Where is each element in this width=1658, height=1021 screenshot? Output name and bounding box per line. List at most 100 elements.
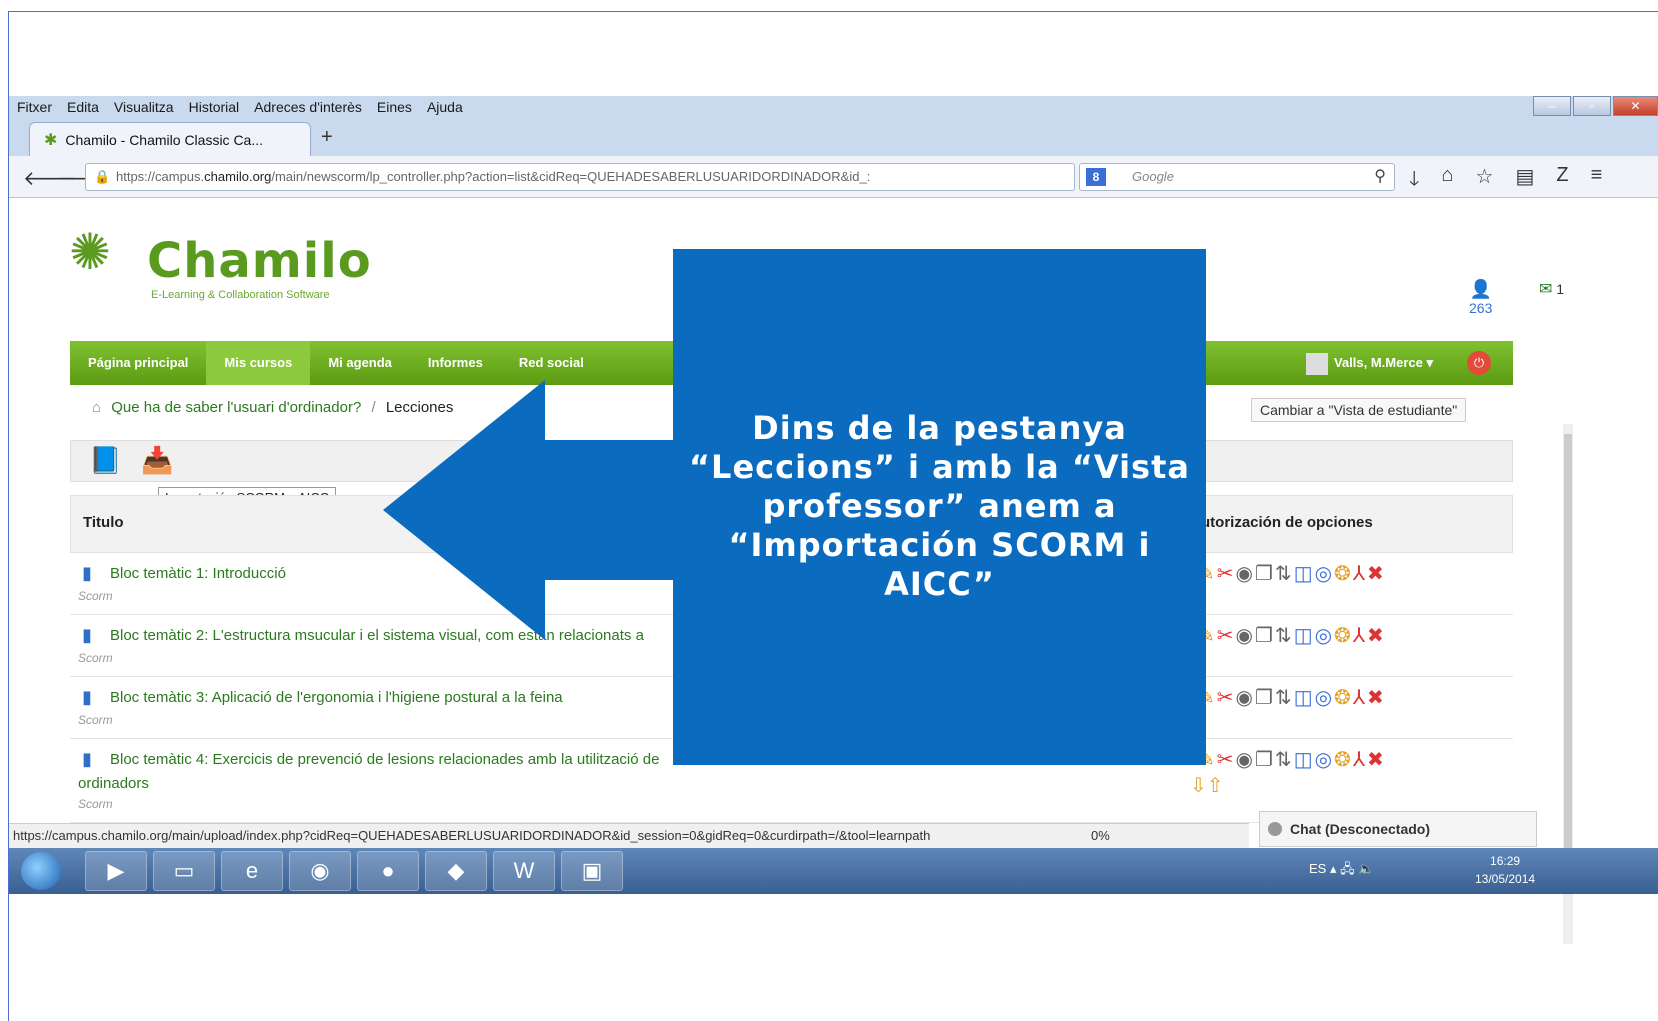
menu-bookmarks[interactable]: Adreces d'interès [254,99,362,115]
column-title[interactable]: Titulo [83,514,124,531]
pdf-icon[interactable]: ⅄ [1353,749,1367,771]
home-icon[interactable]: ⌂ [92,399,101,416]
word-icon[interactable]: W [493,851,555,891]
close-window-button[interactable]: ✕ [1613,96,1658,116]
window-controls: – ▫ ✕ [1531,96,1658,118]
copy-icon[interactable]: ❐ [1255,749,1275,771]
file-explorer-icon[interactable]: ▭ [153,851,215,891]
visibility-icon[interactable]: ◉ [1236,749,1255,771]
lesson-title-link[interactable]: Bloc temàtic 3: Aplicació de l'ergonomia… [110,689,563,706]
tray-expand-icon[interactable]: ▴ [1330,861,1337,876]
reorder-icon[interactable]: ⇅ [1275,563,1294,585]
chrome-icon[interactable]: ◉ [289,851,351,891]
menu-tools[interactable]: Eines [377,99,412,115]
reorder-icon[interactable]: ⇅ [1275,687,1294,709]
hamburger-menu-icon[interactable]: ≡ [1591,164,1603,198]
target-icon[interactable]: ◎ [1315,749,1334,771]
export-icon[interactable]: ❂ [1334,625,1353,647]
bookmark-star-icon[interactable]: ☆ [1476,164,1494,198]
google-engine-icon[interactable]: 8 [1086,168,1106,186]
copy-icon[interactable]: ❐ [1255,563,1275,585]
reorder-icon[interactable]: ⇅ [1275,625,1294,647]
layout-icon[interactable]: ◫ [1294,625,1315,647]
visibility-icon[interactable]: ◉ [1236,625,1255,647]
download-icon[interactable]: 🡓 [1409,164,1419,198]
lesson-title-link[interactable]: Bloc temàtic 4: Exercicis de prevenció d… [110,751,659,768]
nav-agenda[interactable]: Mi agenda [310,341,410,385]
user-menu[interactable]: Valls, M.Merce ▾ [1305,341,1433,385]
breadcrumb-course[interactable]: Que ha de saber l'usuari d'ordinador? [111,399,361,416]
zotero-icon[interactable]: Z [1556,164,1568,198]
network-icon[interactable]: 🖧 [1340,861,1355,876]
media-player-icon[interactable]: ▶ [85,851,147,891]
online-users[interactable]: 👤 263 [1469,279,1492,316]
reorder-icon[interactable]: ⇅ [1275,749,1294,771]
start-button[interactable] [21,852,61,890]
bookmarks-list-icon[interactable]: ▤ [1515,164,1534,198]
volume-icon[interactable]: 🔈 [1358,861,1374,876]
import-scorm-icon[interactable]: 📥 [141,445,173,476]
pdf-icon[interactable]: ⅄ [1353,563,1367,585]
delete-icon[interactable]: ✖ [1367,749,1386,771]
logo-name: Chamilo [147,233,372,289]
menu-history[interactable]: Historial [189,99,240,115]
layout-icon[interactable]: ◫ [1294,563,1315,585]
lesson-title-link[interactable]: Bloc temàtic 1: Introducció [110,565,286,582]
settings-icon[interactable]: ✂ [1217,563,1236,585]
copy-icon[interactable]: ❐ [1255,625,1275,647]
layout-icon[interactable]: ◫ [1294,749,1315,771]
avatar [1305,352,1328,375]
target-icon[interactable]: ◎ [1315,625,1334,647]
search-input[interactable]: 8 Google ⚲ [1079,163,1395,191]
delete-icon[interactable]: ✖ [1367,625,1386,647]
taskbar-clock[interactable]: 16:29 13/05/2014 [1475,852,1535,888]
delete-icon[interactable]: ✖ [1367,687,1386,709]
logout-power-icon[interactable]: ⏻ [1467,351,1491,375]
minimize-button[interactable]: – [1533,96,1571,116]
menu-edit[interactable]: Edita [67,99,99,115]
pdf-icon[interactable]: ⅄ [1353,625,1367,647]
nav-reports[interactable]: Informes [410,341,501,385]
menu-view[interactable]: Visualitza [114,99,174,115]
move-arrows-icon[interactable]: ⇩⇧ [1190,773,1224,798]
menu-file[interactable]: Fitxer [17,99,52,115]
target-icon[interactable]: ◎ [1315,563,1334,585]
new-learnpath-icon[interactable]: 📘 [89,445,121,476]
row-actions: ✎✂◉❐⇅◫◎❂⅄✖ [1198,623,1386,648]
firefox-icon[interactable]: ● [357,851,419,891]
settings-icon[interactable]: ✂ [1217,749,1236,771]
search-icon[interactable]: ⚲ [1374,164,1386,190]
switch-student-view-button[interactable]: Cambiar a "Vista de estudiante" [1251,398,1467,422]
export-icon[interactable]: ❂ [1334,563,1353,585]
settings-icon[interactable]: ✂ [1217,687,1236,709]
language-indicator[interactable]: ES [1309,861,1326,876]
new-tab-icon[interactable]: + [321,126,333,149]
presentation-app-icon[interactable]: ▣ [561,851,623,891]
delete-icon[interactable]: ✖ [1367,563,1386,585]
visibility-icon[interactable]: ◉ [1236,563,1255,585]
scrollbar-thumb[interactable] [1564,434,1572,854]
export-icon[interactable]: ❂ [1334,687,1353,709]
menu-help[interactable]: Ajuda [427,99,463,115]
nav-my-courses[interactable]: Mis cursos [206,341,311,385]
export-icon[interactable]: ❂ [1334,749,1353,771]
visibility-icon[interactable]: ◉ [1236,687,1255,709]
nav-home[interactable]: Página principal [70,341,206,385]
chat-widget[interactable]: Chat (Desconectado) [1259,811,1537,847]
messages-indicator[interactable]: ✉ 1 [1539,279,1564,299]
pdf-icon[interactable]: ⅄ [1353,687,1367,709]
layout-icon[interactable]: ◫ [1294,687,1315,709]
nav-social[interactable]: Red social [501,341,602,385]
copy-icon[interactable]: ❐ [1255,687,1275,709]
sticky-notes-icon[interactable]: ◆ [425,851,487,891]
lesson-title-continued[interactable]: ordinadors [78,775,149,792]
url-bar[interactable]: 🔒 https://campus.chamilo.org/main/newsco… [85,163,1075,191]
internet-explorer-icon[interactable]: e [221,851,283,891]
target-icon[interactable]: ◎ [1315,687,1334,709]
browser-tab[interactable]: ✱ Chamilo - Chamilo Classic Ca... [29,122,311,156]
document-icon: ▮ [82,749,92,769]
maximize-button[interactable]: ▫ [1573,96,1611,116]
menu-bar: Fitxer Edita Visualitza Historial Adrece… [9,96,1658,118]
home-icon[interactable]: ⌂ [1441,164,1453,198]
settings-icon[interactable]: ✂ [1217,625,1236,647]
